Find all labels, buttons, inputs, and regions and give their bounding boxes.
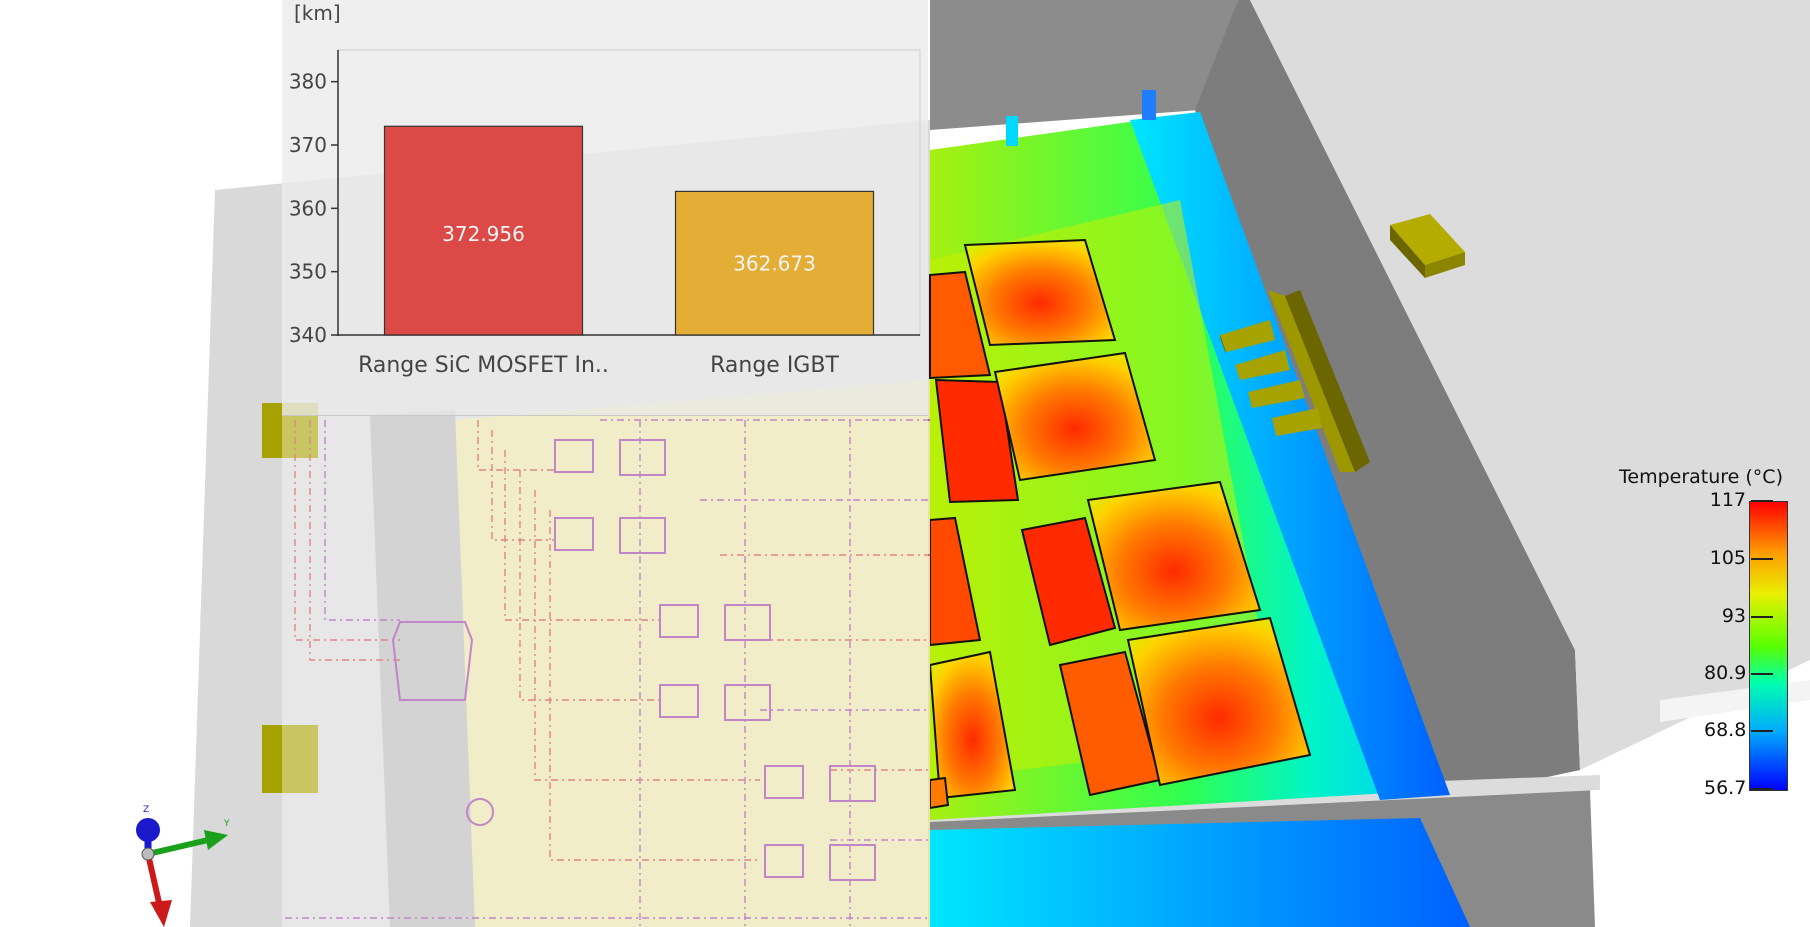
legend-row: 93 bbox=[1600, 605, 1790, 629]
y-tick-label: 350 bbox=[289, 260, 327, 284]
z-axis-label: Z bbox=[143, 805, 149, 815]
legend-tick-mark bbox=[1751, 788, 1773, 790]
legend-title: Temperature (°C) bbox=[1619, 466, 1783, 488]
y-axis-arrowhead bbox=[204, 830, 228, 850]
z-axis-knob bbox=[136, 818, 160, 842]
legend-tick-label: 68.8 bbox=[1704, 719, 1747, 741]
schematic-overlay-fade bbox=[282, 415, 928, 927]
legend-tick-label: 93 bbox=[1721, 605, 1746, 627]
x-axis-arrowhead bbox=[150, 900, 172, 927]
y-axis-unit-label: [km] bbox=[294, 1, 341, 25]
range-bar-chart[interactable]: [km] 340 350 360 370 380 372.956 362.673 Rang… bbox=[282, 0, 928, 416]
bar-value-label: 362.673 bbox=[733, 251, 816, 275]
legend-tick-label: 80.9 bbox=[1704, 662, 1747, 684]
legend-tick-label: 117 bbox=[1709, 489, 1746, 511]
legend-row: 80.9 bbox=[1600, 662, 1790, 686]
x-axis-arrow bbox=[145, 853, 163, 908]
cooling-channel-lower bbox=[930, 818, 1470, 927]
y-axis-arrow bbox=[147, 837, 209, 857]
housing-gray-top bbox=[930, 0, 1238, 130]
legend-tick-label: 105 bbox=[1709, 547, 1746, 569]
coolant-stub-2 bbox=[1142, 90, 1156, 120]
y-tick-label: 340 bbox=[289, 323, 327, 347]
coolant-stub-1 bbox=[1006, 116, 1018, 146]
y-tick-label: 360 bbox=[289, 196, 327, 220]
y-axis-label: Y bbox=[223, 819, 230, 829]
legend-tick-mark bbox=[1751, 558, 1773, 560]
legend-color-scale bbox=[1749, 501, 1788, 791]
legend-row: 68.8 bbox=[1600, 719, 1790, 743]
y-tick-label: 380 bbox=[289, 70, 327, 94]
legend-tick-mark bbox=[1751, 673, 1773, 675]
legend-tick-label: 56.7 bbox=[1704, 777, 1747, 799]
triad-origin bbox=[141, 847, 155, 861]
category-label: Range SiC MOSFET In.. bbox=[358, 353, 609, 378]
legend-row: 117 bbox=[1600, 489, 1790, 513]
y-tick-label: 370 bbox=[289, 133, 327, 157]
category-label: Range IGBT bbox=[710, 353, 839, 378]
legend-tick-mark bbox=[1751, 730, 1773, 732]
legend-row: 105 bbox=[1600, 547, 1790, 571]
legend-tick-mark bbox=[1751, 616, 1773, 618]
legend-row: 56.7 bbox=[1600, 777, 1790, 801]
bar-value-label: 372.956 bbox=[442, 222, 525, 246]
temperature-legend: Temperature (°C) 117 105 93 80.9 68.8 56… bbox=[1600, 466, 1810, 826]
axis-orientation-triad[interactable]: Z Y bbox=[128, 802, 246, 927]
range-bar-chart-svg: [km] 340 350 360 370 380 372.956 362.673 Rang… bbox=[289, 1, 921, 378]
legend-tick-mark bbox=[1751, 500, 1773, 502]
